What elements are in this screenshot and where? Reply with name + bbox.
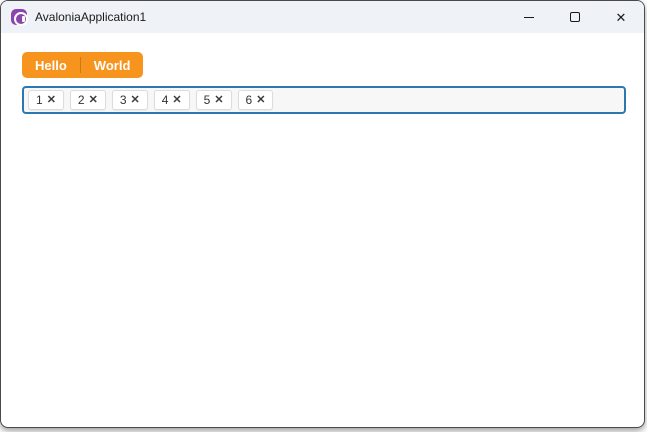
chip-4-label: 4 xyxy=(161,93,169,107)
minimize-button[interactable] xyxy=(506,1,552,33)
chip-2-label: 2 xyxy=(77,93,85,107)
chip-6-remove-icon[interactable]: ✕ xyxy=(256,94,265,106)
chip-2-remove-icon[interactable]: ✕ xyxy=(89,94,98,106)
chip-6: 6 ✕ xyxy=(237,90,274,110)
chip-3-label: 3 xyxy=(119,93,127,107)
tab-world-label: World xyxy=(93,57,131,73)
chip-3-remove-icon[interactable]: ✕ xyxy=(131,94,140,106)
chip-1-remove-icon[interactable]: ✕ xyxy=(47,94,56,106)
maximize-button[interactable] xyxy=(552,1,598,33)
tab-hello[interactable]: Hello xyxy=(22,52,80,78)
chip-2: 2 ✕ xyxy=(69,90,106,110)
window-title: AvaloniaApplication1 xyxy=(35,10,147,24)
chip-5: 5 ✕ xyxy=(195,90,232,110)
tab-strip: Hello World xyxy=(22,52,144,78)
avalonia-logo-icon xyxy=(11,9,28,26)
chip-4: 4 ✕ xyxy=(153,90,190,110)
chip-5-remove-icon[interactable]: ✕ xyxy=(214,94,223,106)
tab-world[interactable]: World xyxy=(81,52,144,78)
app-window: AvaloniaApplication1 ✕ Hello World 1 ✕ 2… xyxy=(0,0,645,428)
maximize-icon xyxy=(570,12,580,22)
chip-5-label: 5 xyxy=(203,93,211,107)
tab-hello-label: Hello xyxy=(35,57,67,73)
chip-1: 1 ✕ xyxy=(28,90,64,110)
chip-input-box[interactable]: 1 ✕ 2 ✕ 3 ✕ 4 ✕ 5 ✕ 6 ✕ xyxy=(22,86,626,114)
titlebar[interactable]: AvaloniaApplication1 ✕ xyxy=(1,1,644,33)
chip-4-remove-icon[interactable]: ✕ xyxy=(172,94,181,106)
close-button[interactable]: ✕ xyxy=(598,1,644,33)
chip-6-label: 6 xyxy=(245,93,253,107)
window-content: Hello World 1 ✕ 2 ✕ 3 ✕ 4 ✕ 5 ✕ 6 ✕ xyxy=(1,33,644,114)
chip-3: 3 ✕ xyxy=(111,90,148,110)
close-icon: ✕ xyxy=(615,9,627,25)
minimize-icon xyxy=(524,16,534,18)
chip-1-label: 1 xyxy=(36,93,43,107)
